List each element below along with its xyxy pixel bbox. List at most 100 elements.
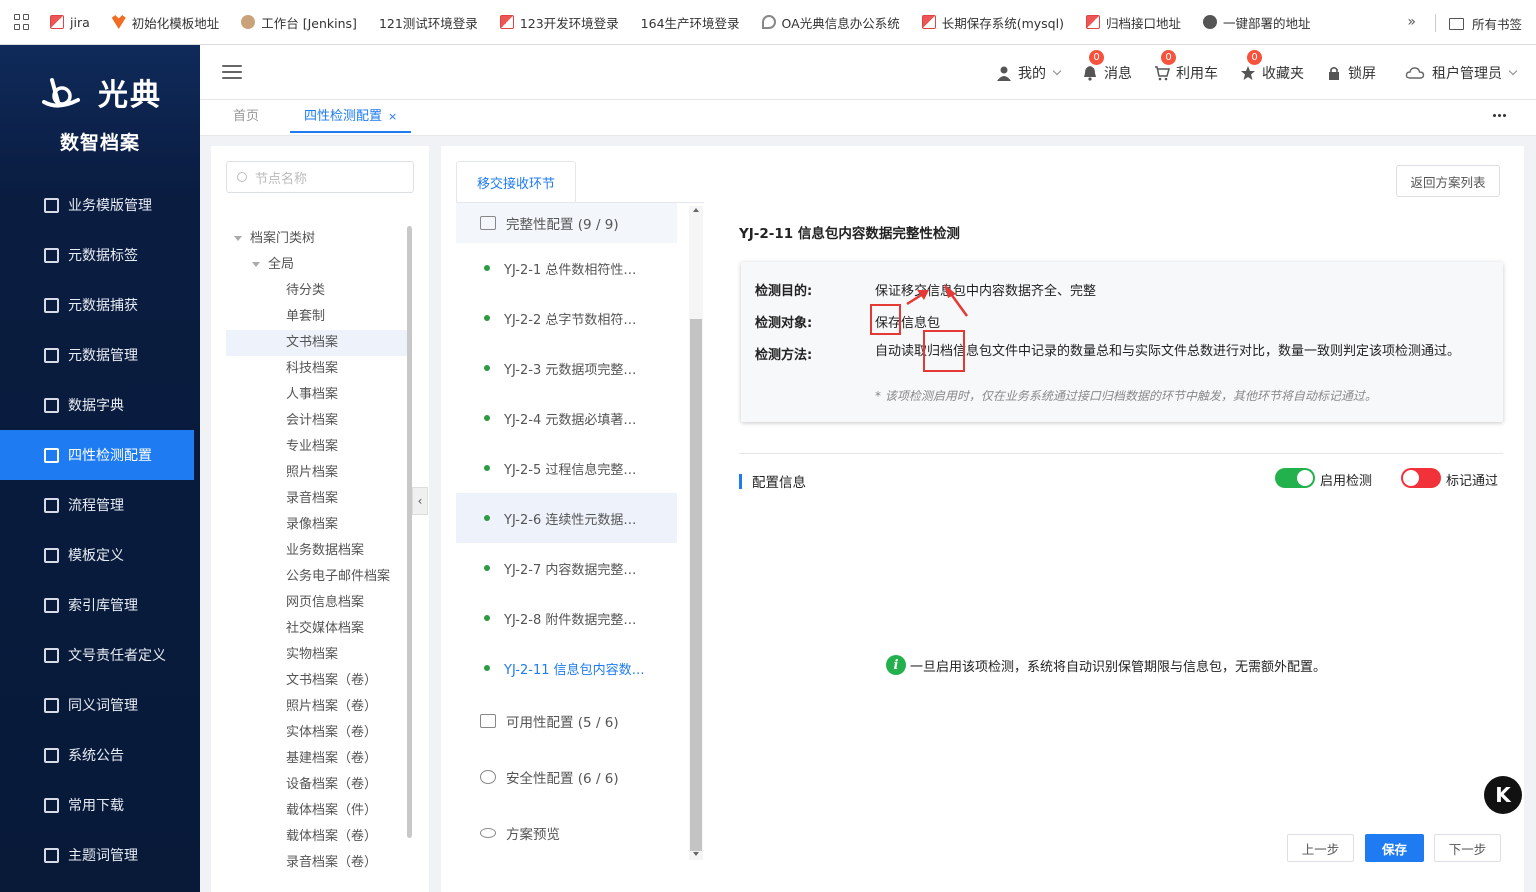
sidebar-item[interactable]: 索引库管理 xyxy=(0,580,200,630)
method-row: 检测方法: 自动读取归档信息包文件中记录的数量总和与实际文件总数进行对比，数量一致… xyxy=(755,344,1485,363)
tree-node[interactable]: 人事档案 xyxy=(226,382,408,408)
prev-step-button[interactable]: 上一步 xyxy=(1287,834,1354,862)
messages-button[interactable]: 0 消息 xyxy=(1082,48,1132,83)
sidebar-item[interactable]: 元数据标签 xyxy=(0,230,200,280)
mark-pass-toggle[interactable] xyxy=(1401,468,1441,488)
check-step-item[interactable]: YJ-2-11 信息包内容数… xyxy=(456,643,677,693)
tab-home[interactable]: 首页 xyxy=(233,100,259,134)
floating-assistant-button[interactable]: K xyxy=(1484,776,1522,814)
next-step-button[interactable]: 下一步 xyxy=(1434,834,1501,862)
check-step-item[interactable]: YJ-2-3 元数据项完整… xyxy=(456,343,677,393)
tree-node[interactable]: 网页信息档案 xyxy=(226,590,408,616)
group-integrity[interactable]: 完整性配置 (9 / 9) xyxy=(456,203,677,243)
sidebar-item[interactable]: 同义词管理 xyxy=(0,680,200,730)
tree-node[interactable]: 照片档案（卷） xyxy=(226,694,408,720)
enable-check-toggle[interactable] xyxy=(1275,468,1315,488)
tree-group[interactable]: 全局 xyxy=(226,252,408,278)
bookmark-item[interactable]: 一键部署的地址 xyxy=(1202,13,1310,32)
all-bookmarks-folder[interactable]: 所有书签 xyxy=(1448,14,1522,33)
favorites-button[interactable]: 0 收藏夹 xyxy=(1240,48,1304,83)
sidebar-item[interactable]: 元数据捕获 xyxy=(0,280,200,330)
tree-scrollbar[interactable] xyxy=(407,226,412,838)
bookmark-item[interactable]: 121测试环境登录 xyxy=(379,13,478,32)
bookmark-item[interactable]: 工作台 [Jenkins] xyxy=(241,13,357,32)
save-button[interactable]: 保存 xyxy=(1365,834,1424,862)
sidebar-item[interactable]: 四性检测配置 xyxy=(0,430,194,480)
bookmark-label: 归档接口地址 xyxy=(1105,15,1181,31)
tree-node[interactable]: 实体档案（卷） xyxy=(226,720,408,746)
check-step-item[interactable]: YJ-2-4 元数据必填著… xyxy=(456,393,677,443)
sidebar-item[interactable]: 业务模版管理 xyxy=(0,180,200,230)
my-menu[interactable]: 我的 xyxy=(996,63,1062,83)
group-preview[interactable]: 方案预览 xyxy=(456,805,677,853)
group-usability[interactable]: 可用性配置 (5 / 6) xyxy=(456,693,677,749)
steps-scrollbar[interactable] xyxy=(690,319,702,851)
apps-grid-icon[interactable] xyxy=(14,14,30,30)
bookmark-item[interactable]: 初始化模板地址 xyxy=(111,13,219,32)
tree-node[interactable]: 文书档案 xyxy=(226,330,408,356)
tree-node[interactable]: 待分类 xyxy=(226,278,408,304)
bookmark-item[interactable]: 123开发环境登录 xyxy=(499,13,619,32)
tree-node[interactable]: 基建档案（卷） xyxy=(226,746,408,772)
tree-root[interactable]: 档案门类树 xyxy=(226,226,408,252)
menu-toggle-icon[interactable] xyxy=(222,65,242,79)
tenant-menu[interactable]: 租户管理员 xyxy=(1404,63,1518,83)
tree-node[interactable]: 社交媒体档案 xyxy=(226,616,408,642)
sidebar-item[interactable]: 流程管理 xyxy=(0,480,200,530)
check-step-item[interactable]: YJ-2-1 总件数相符性… xyxy=(456,243,677,293)
check-step-item[interactable]: YJ-2-7 内容数据完整… xyxy=(456,543,677,593)
tree-group-label: 全局 xyxy=(268,257,295,272)
sidebar-item[interactable]: 常用下载 xyxy=(0,780,200,830)
sidebar-item[interactable]: 主题词管理 xyxy=(0,830,200,880)
sidebar-item[interactable]: 文号责任者定义 xyxy=(0,630,200,680)
bookmark-item[interactable]: 归档接口地址 xyxy=(1085,13,1181,32)
tree-node[interactable]: 科技档案 xyxy=(226,356,408,382)
more-icon[interactable] xyxy=(1491,114,1506,117)
tree-node[interactable]: 录音档案（卷） xyxy=(226,850,408,876)
tree-node[interactable]: 公务电子邮件档案 xyxy=(226,564,408,590)
group-security[interactable]: 安全性配置 (6 / 6) xyxy=(456,749,677,805)
bookmark-item[interactable]: 164生产环境登录 xyxy=(641,13,740,32)
tree-node[interactable]: 载体档案（卷） xyxy=(226,824,408,850)
check-step-item[interactable]: YJ-2-5 过程信息完整… xyxy=(456,443,677,493)
close-icon[interactable]: × xyxy=(388,110,397,123)
bookmark-icon xyxy=(50,15,64,29)
tree-node[interactable]: 载体档案（件） xyxy=(226,798,408,824)
tree-node[interactable]: 照片档案 xyxy=(226,460,408,486)
back-to-list-button[interactable]: 返回方案列表 xyxy=(1396,165,1500,197)
sidebar-item[interactable]: 模板定义 xyxy=(0,530,200,580)
check-step-label: YJ-2-2 总字节数相符… xyxy=(504,312,637,328)
check-step-item[interactable]: YJ-2-2 总字节数相符… xyxy=(456,293,677,343)
sidebar-item[interactable]: 元数据管理 xyxy=(0,330,200,380)
check-step-item[interactable]: YJ-2-6 连续性元数据… xyxy=(456,493,677,543)
scroll-up-icon[interactable] xyxy=(693,208,699,212)
tree-search-input[interactable]: 节点名称 xyxy=(226,161,414,193)
tree-node[interactable]: 实物档案 xyxy=(226,642,408,668)
cart-button[interactable]: 0 利用车 xyxy=(1154,48,1218,83)
tree-node[interactable]: 录音档案 xyxy=(226,486,408,512)
check-step-item[interactable]: YJ-2-8 附件数据完整… xyxy=(456,593,677,643)
tree-node[interactable]: 单套制 xyxy=(226,304,408,330)
sidebar-item[interactable]: 系统公告 xyxy=(0,730,200,780)
sidebar-item[interactable]: 数据字典 xyxy=(0,380,200,430)
bookmark-item[interactable]: 长期保存系统(mysql) xyxy=(921,13,1064,32)
tree-node[interactable]: 会计档案 xyxy=(226,408,408,434)
bookmark-icon xyxy=(111,15,126,29)
bookmark-item[interactable]: jira xyxy=(50,15,90,30)
bookmarks-more-button[interactable]: » xyxy=(1407,14,1416,30)
scroll-down-icon[interactable] xyxy=(693,852,699,856)
sidebar-item-label: 数据字典 xyxy=(68,398,124,414)
collapse-panel-button[interactable]: ‹ xyxy=(412,487,428,515)
tree-node[interactable]: 录像档案 xyxy=(226,512,408,538)
tab-transfer-stage[interactable]: 移交接收环节 xyxy=(456,161,576,203)
tree-node[interactable]: 专业档案 xyxy=(226,434,408,460)
sidebar-menu: 业务模版管理 元数据标签 元数据捕获 元数据管理数据字典四性检测配置 流程管理 模板定义索… xyxy=(0,180,200,880)
tree-node[interactable]: 文书档案（卷） xyxy=(226,668,408,694)
bookmark-item[interactable]: OA光典信息办公系统 xyxy=(761,13,900,32)
lock-screen-button[interactable]: 锁屏 xyxy=(1326,63,1376,83)
menu-item-icon xyxy=(44,497,59,513)
tree-node[interactable]: 设备档案（卷） xyxy=(226,772,408,798)
tab-four-checks[interactable]: 四性检测配置 × xyxy=(290,100,412,133)
tree-node[interactable]: 业务数据档案 xyxy=(226,538,408,564)
bookmark-label: 工作台 [Jenkins] xyxy=(261,15,357,31)
